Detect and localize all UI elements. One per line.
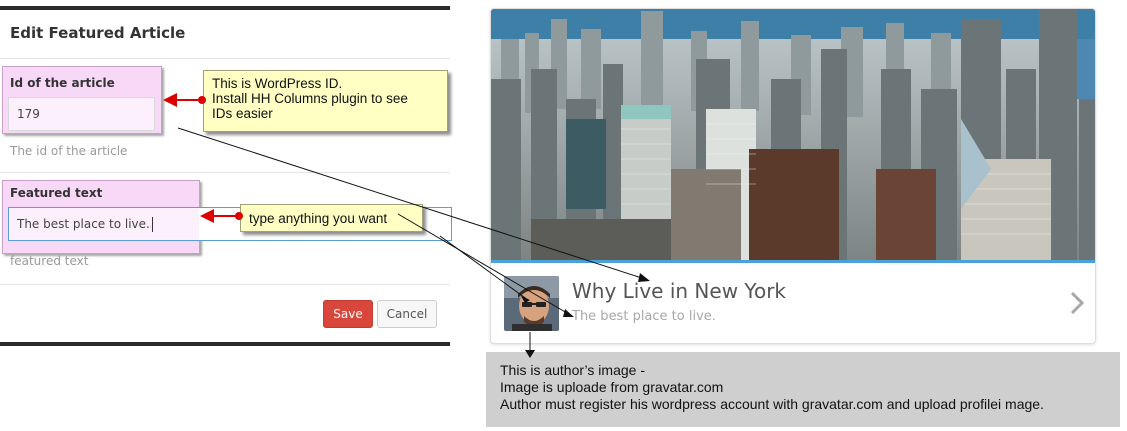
field-divider bbox=[0, 172, 450, 173]
text-cursor bbox=[151, 216, 153, 232]
callout-line-1: This is WordPress ID. bbox=[212, 76, 343, 91]
type-anything-callout: type anything you want bbox=[240, 204, 423, 232]
featured-text-label: Featured text bbox=[10, 186, 103, 200]
footer-divider bbox=[0, 284, 450, 285]
wordpress-id-callout: This is WordPress ID. Install HH Columns… bbox=[203, 70, 448, 132]
article-title[interactable]: Why Live in New York bbox=[572, 279, 786, 303]
chevron-right-icon[interactable] bbox=[1067, 290, 1087, 316]
callout-line-3: IDs easier bbox=[212, 106, 273, 121]
cancel-button[interactable]: Cancel bbox=[377, 300, 437, 328]
article-featured-text: The best place to live. bbox=[572, 309, 716, 324]
featured-text-value: The best place to live. bbox=[17, 217, 150, 231]
annotated-screenshot: Edit Featured Article Id of the article … bbox=[0, 0, 1127, 431]
featured-article-preview-card[interactable]: Why Live in New York The best place to l… bbox=[490, 8, 1096, 344]
author-avatar bbox=[504, 276, 559, 331]
panel-top-border bbox=[0, 6, 450, 10]
type-anything-text: type anything you want bbox=[249, 211, 388, 226]
note-line-1: This is author’s image - bbox=[500, 362, 645, 378]
author-image-note: This is author’s image - Image is upload… bbox=[486, 352, 1120, 427]
note-line-3: Author must register his wordpress accou… bbox=[500, 396, 1044, 412]
panel-bottom-border bbox=[0, 342, 450, 346]
featured-text-help: featured text bbox=[10, 254, 89, 268]
city-skyline-picture bbox=[491, 9, 1095, 260]
panel-title: Edit Featured Article bbox=[10, 24, 186, 42]
save-button[interactable]: Save bbox=[323, 300, 373, 328]
note-line-2: Image is uploade from gravatar.com bbox=[500, 379, 724, 395]
title-divider bbox=[0, 58, 450, 59]
id-field-label: Id of the article bbox=[10, 76, 115, 90]
card-accent-divider bbox=[491, 260, 1095, 263]
id-input-value: 179 bbox=[17, 107, 40, 121]
edit-featured-article-panel: Edit Featured Article Id of the article … bbox=[0, 0, 452, 348]
id-field-help: The id of the article bbox=[10, 144, 128, 158]
author-avatar-picture bbox=[504, 276, 559, 331]
id-input[interactable]: 179 bbox=[8, 97, 155, 131]
city-skyline-image bbox=[491, 9, 1095, 260]
callout-line-2: Install HH Columns plugin to see bbox=[212, 91, 408, 106]
